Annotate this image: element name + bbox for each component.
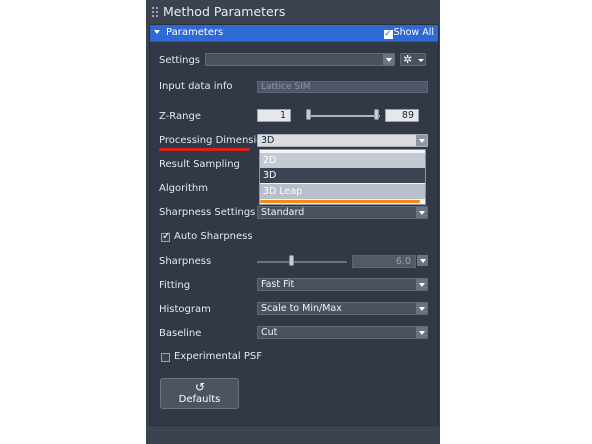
- chevron-down-icon[interactable]: [416, 327, 427, 338]
- algorithm-label: Algorithm: [159, 183, 208, 194]
- auto-sharpness-checkbox[interactable]: [161, 231, 170, 242]
- parameters-section-header[interactable]: Parameters ✓ Show All: [150, 25, 438, 42]
- collapse-arrow-icon[interactable]: [154, 30, 160, 34]
- option-3d-leap[interactable]: 3D Leap: [260, 184, 425, 199]
- experimental-psf-checkbox[interactable]: [161, 353, 170, 362]
- show-all-label: Show All: [393, 27, 434, 38]
- input-data-info-value: Lattice SIM: [261, 82, 311, 92]
- chevron-down-icon[interactable]: [416, 135, 427, 146]
- histogram-label: Histogram: [159, 304, 211, 315]
- histogram-value: Scale to Min/Max: [261, 303, 342, 314]
- processing-dimension-label: Processing Dimension: [159, 135, 269, 146]
- baseline-dropdown[interactable]: Cut: [257, 326, 428, 339]
- input-data-info-label: Input data info: [159, 81, 233, 92]
- z-range-min-value: 1: [279, 110, 286, 121]
- processing-dimension-value: 3D: [261, 135, 275, 146]
- chevron-down-icon[interactable]: [416, 207, 427, 218]
- auto-sharpness-label: Auto Sharpness: [174, 231, 253, 242]
- chevron-down-icon: [418, 59, 424, 62]
- sharpness-settings-value: Standard: [261, 207, 305, 218]
- z-range-max-input[interactable]: 89: [385, 109, 419, 122]
- processing-dimension-dropdown[interactable]: 3D: [257, 134, 428, 147]
- z-range-max-handle[interactable]: [374, 109, 379, 120]
- chevron-down-icon[interactable]: [417, 255, 428, 266]
- sharpness-slider-handle[interactable]: [289, 255, 294, 266]
- input-data-info-field: Lattice SIM: [257, 81, 428, 93]
- chevron-down-icon[interactable]: [383, 54, 394, 65]
- sharpness-slider-track[interactable]: [257, 261, 347, 263]
- gear-icon: ✲: [403, 53, 413, 66]
- baseline-value: Cut: [261, 327, 278, 338]
- option-2d[interactable]: 2D: [260, 153, 425, 168]
- section-title: Parameters: [166, 27, 224, 38]
- settings-label: Settings: [159, 55, 201, 66]
- method-parameters-window: Method Parameters Parameters ✓ Show All S…: [146, 0, 440, 444]
- show-all-toggle[interactable]: ✓ Show All: [383, 27, 434, 39]
- processing-dimension-options-list: 2D 3D 3D Leap: [259, 149, 426, 205]
- settings-gear-button[interactable]: ✲: [400, 53, 426, 66]
- histogram-dropdown[interactable]: Scale to Min/Max: [257, 302, 428, 315]
- baseline-label: Baseline: [159, 328, 202, 339]
- z-range-max-value: 89: [401, 110, 414, 121]
- reset-icon: ↺: [195, 380, 206, 394]
- window-title: Method Parameters: [163, 4, 286, 19]
- orange-underline-annotation: [260, 200, 420, 203]
- defaults-button[interactable]: ↺ Defaults: [160, 378, 239, 409]
- sharpness-spin-button[interactable]: [417, 255, 428, 268]
- sharpness-value: 6.0: [395, 256, 411, 267]
- fitting-value: Fast Fit: [261, 279, 295, 290]
- settings-dropdown[interactable]: [205, 53, 395, 66]
- defaults-label: Defaults: [178, 394, 221, 405]
- parameters-panel: Parameters ✓ Show All Settings ✲ Input da…: [149, 24, 439, 426]
- sharpness-settings-label: Sharpness Settings: [159, 207, 256, 218]
- fitting-label: Fitting: [159, 280, 191, 291]
- z-range-slider-track[interactable]: [308, 115, 380, 117]
- drag-grip-icon[interactable]: [152, 7, 159, 17]
- red-underline-annotation: [159, 148, 250, 151]
- window-titlebar[interactable]: Method Parameters: [146, 0, 440, 24]
- result-sampling-label: Result Sampling: [159, 159, 240, 170]
- sharpness-settings-dropdown[interactable]: Standard: [257, 206, 428, 219]
- experimental-psf-label: Experimental PSF: [174, 351, 262, 362]
- checkmark-icon[interactable]: ✓: [383, 30, 393, 39]
- sharpness-input[interactable]: 6.0: [352, 255, 416, 268]
- chevron-down-icon[interactable]: [416, 303, 427, 314]
- option-3d[interactable]: 3D: [260, 168, 425, 183]
- z-range-min-handle[interactable]: [306, 109, 311, 120]
- sharpness-label: Sharpness: [159, 256, 212, 267]
- fitting-dropdown[interactable]: Fast Fit: [257, 278, 428, 291]
- z-range-min-input[interactable]: 1: [257, 109, 291, 122]
- z-range-label: Z-Range: [159, 111, 201, 122]
- chevron-down-icon[interactable]: [416, 279, 427, 290]
